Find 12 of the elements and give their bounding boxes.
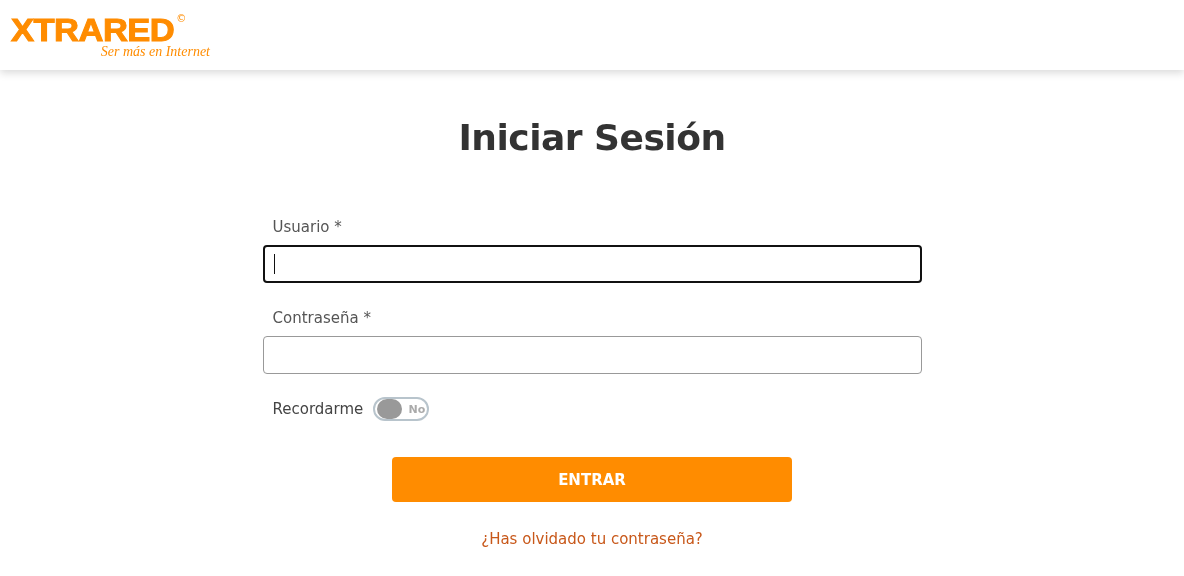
forgot-password-link[interactable]: ¿Has olvidado tu contraseña? [481, 530, 703, 548]
field-label: Contraseña * [272, 308, 372, 328]
remember-toggle[interactable]: No [373, 397, 430, 421]
page-title: Iniciar Sesión [458, 116, 726, 160]
input-field[interactable] [262, 336, 922, 374]
field-label: Usuario * [272, 217, 343, 237]
logo-wordmark: XTRARED [11, 14, 175, 46]
copyright-mark: © [176, 13, 187, 24]
remember-label: Recordarme [272, 400, 364, 418]
submit-button[interactable]: ENTRAR [392, 457, 792, 502]
logo-tagline: Ser más en Internet [100, 45, 210, 59]
input-field[interactable] [262, 245, 922, 283]
